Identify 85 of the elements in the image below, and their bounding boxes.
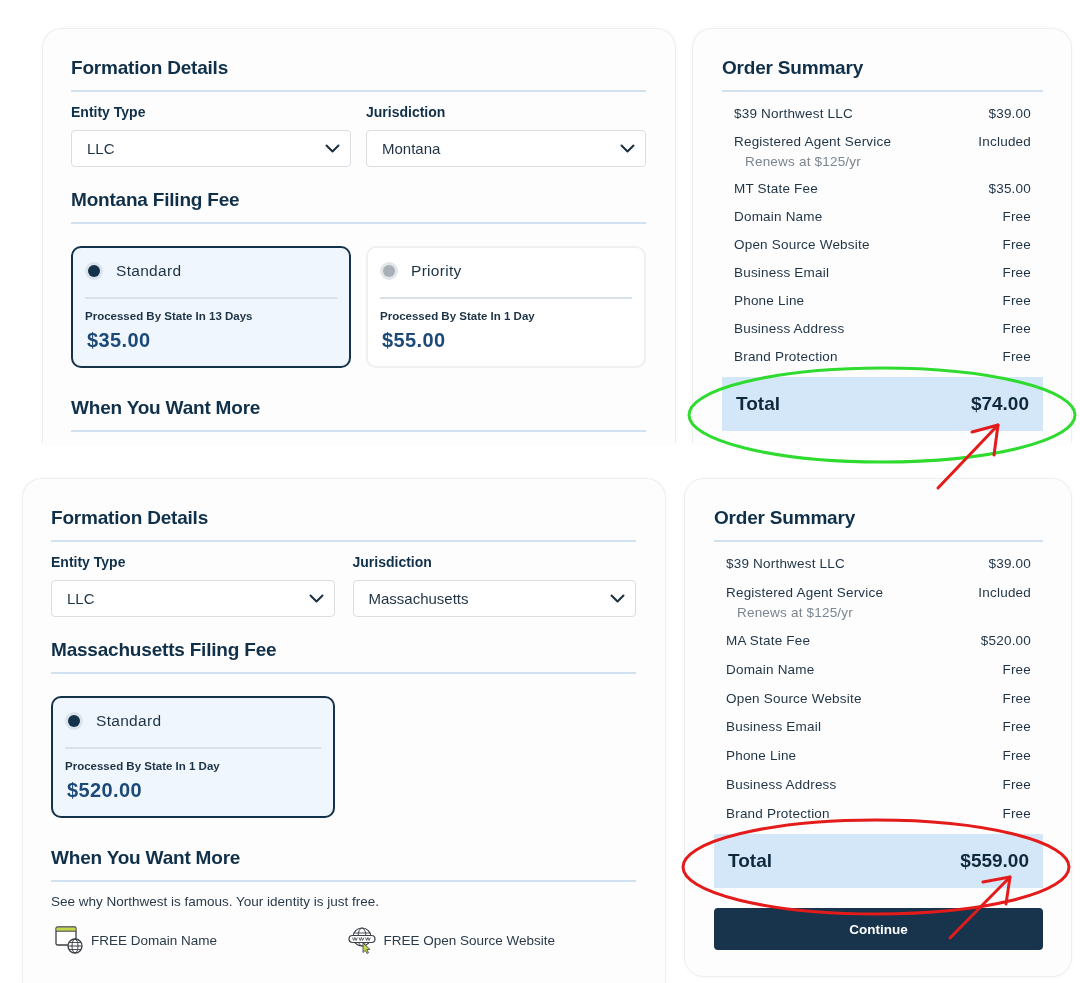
processing-time: Processed By State In 1 Day: [380, 309, 536, 324]
summary-item-label: Phone Line: [726, 747, 797, 766]
summary-item-label: Registered Agent Service: [734, 133, 892, 151]
radio-icon[interactable]: [65, 712, 83, 730]
summary-item-label: Open Source Website: [734, 236, 870, 254]
summary-item-amount: $39.00: [988, 555, 1031, 574]
field-label: Jurisdiction: [366, 103, 447, 121]
summary-item-label: $39 Northwest LLC: [726, 555, 845, 574]
summary-item-amount: Free: [1002, 775, 1031, 794]
globe-cursor-icon: [347, 926, 376, 954]
summary-item-amount: Free: [1002, 660, 1031, 679]
browser-globe-icon: [55, 926, 83, 954]
annotation-arrow: [936, 423, 1000, 490]
processing-time: Processed By State In 1 Day: [65, 759, 221, 774]
summary-item-label: Domain Name: [726, 660, 815, 679]
section-heading: Order Summary: [722, 56, 1043, 92]
radio-icon[interactable]: [85, 262, 103, 280]
summary-item-amount: $39.00: [988, 105, 1031, 123]
renewal-note: Renews at $125/yr: [736, 604, 853, 623]
summary-item-label: Brand Protection: [734, 348, 838, 366]
summary-item-amount: Free: [1002, 208, 1031, 226]
fee-option-card[interactable]: Priority Processed By State In 1 Day $55.00: [366, 246, 646, 368]
total-label: Total: [728, 850, 772, 873]
option-price: $55.00: [381, 328, 447, 352]
summary-item-amount: Free: [1002, 804, 1031, 823]
fee-option-card[interactable]: Standard Processed By State In 1 Day $520.00: [51, 696, 335, 818]
dropdown[interactable]: LLC: [51, 580, 335, 617]
feature-label: FREE Domain Name: [91, 932, 218, 948]
summary-item-amount: Free: [1002, 348, 1031, 366]
option-name: Standard: [116, 261, 182, 281]
feature-label: FREE Open Source Website: [383, 932, 556, 948]
processing-time: Processed By State In 13 Days: [85, 309, 254, 324]
field-label: Entity Type: [51, 553, 127, 571]
section-heading: Order Summary: [714, 506, 1043, 542]
summary-item-amount: Free: [1002, 264, 1031, 282]
summary-item-amount: Free: [1002, 292, 1031, 310]
section-heading: When You Want More: [71, 396, 646, 432]
annotation-arrow: [948, 875, 1012, 940]
field-label: Entity Type: [71, 103, 147, 121]
total-label: Total: [736, 393, 780, 415]
intro-text: See why Northwest is famous. Your identity is just free.: [51, 893, 380, 911]
summary-item-amount: $520.00: [980, 631, 1031, 650]
summary-item-label: Business Address: [726, 775, 837, 794]
option-name: Standard: [96, 711, 162, 731]
section-heading: Montana Filing Fee: [71, 188, 646, 224]
chevron-down-icon: [308, 594, 324, 603]
continue-button[interactable]: Continue: [714, 908, 1043, 951]
option-name: Priority: [411, 261, 462, 281]
field-label: Jurisdiction: [352, 553, 433, 571]
summary-item-label: MA State Fee: [726, 631, 811, 650]
chevron-down-icon: [610, 594, 625, 603]
total-amount: $559.00: [960, 850, 1029, 873]
renewal-note: Renews at $125/yr: [744, 153, 861, 171]
fee-option-card[interactable]: Standard Processed By State In 13 Days $35.00: [71, 246, 351, 368]
summary-item-label: Business Email: [726, 718, 822, 737]
dropdown[interactable]: Montana: [366, 130, 646, 167]
section-heading: When You Want More: [51, 846, 636, 882]
radio-icon[interactable]: [380, 262, 398, 280]
summary-item-label: $39 Northwest LLC: [734, 105, 853, 123]
summary-item-label: Phone Line: [734, 292, 805, 310]
summary-item-amount: Included: [978, 584, 1031, 603]
chevron-down-icon: [620, 144, 635, 153]
summary-item-label: Registered Agent Service: [726, 584, 884, 603]
summary-item-amount: Free: [1002, 718, 1031, 737]
summary-item-amount: Free: [1002, 689, 1031, 708]
chevron-down-icon: [325, 144, 340, 153]
summary-item-label: Business Email: [734, 264, 830, 282]
option-price: $520.00: [66, 778, 144, 802]
dropdown[interactable]: Massachusetts: [352, 580, 636, 617]
summary-item-amount: Included: [978, 133, 1031, 151]
summary-item-label: MT State Fee: [734, 180, 818, 198]
summary-item-label: Brand Protection: [726, 804, 830, 823]
summary-item-amount: Free: [1002, 236, 1031, 254]
dropdown[interactable]: LLC: [71, 130, 351, 167]
summary-item-label: Business Address: [734, 320, 845, 338]
option-price: $35.00: [86, 328, 152, 352]
section-heading: Formation Details: [51, 506, 636, 542]
section-heading: Formation Details: [71, 56, 646, 92]
section-heading: Massachusetts Filing Fee: [51, 638, 636, 674]
summary-item-amount: Free: [1002, 747, 1031, 766]
total-amount: $74.00: [970, 393, 1029, 415]
summary-item-amount: Free: [1002, 320, 1031, 338]
summary-item-label: Domain Name: [734, 208, 823, 226]
summary-item-amount: $35.00: [988, 180, 1031, 198]
summary-item-label: Open Source Website: [726, 689, 862, 708]
